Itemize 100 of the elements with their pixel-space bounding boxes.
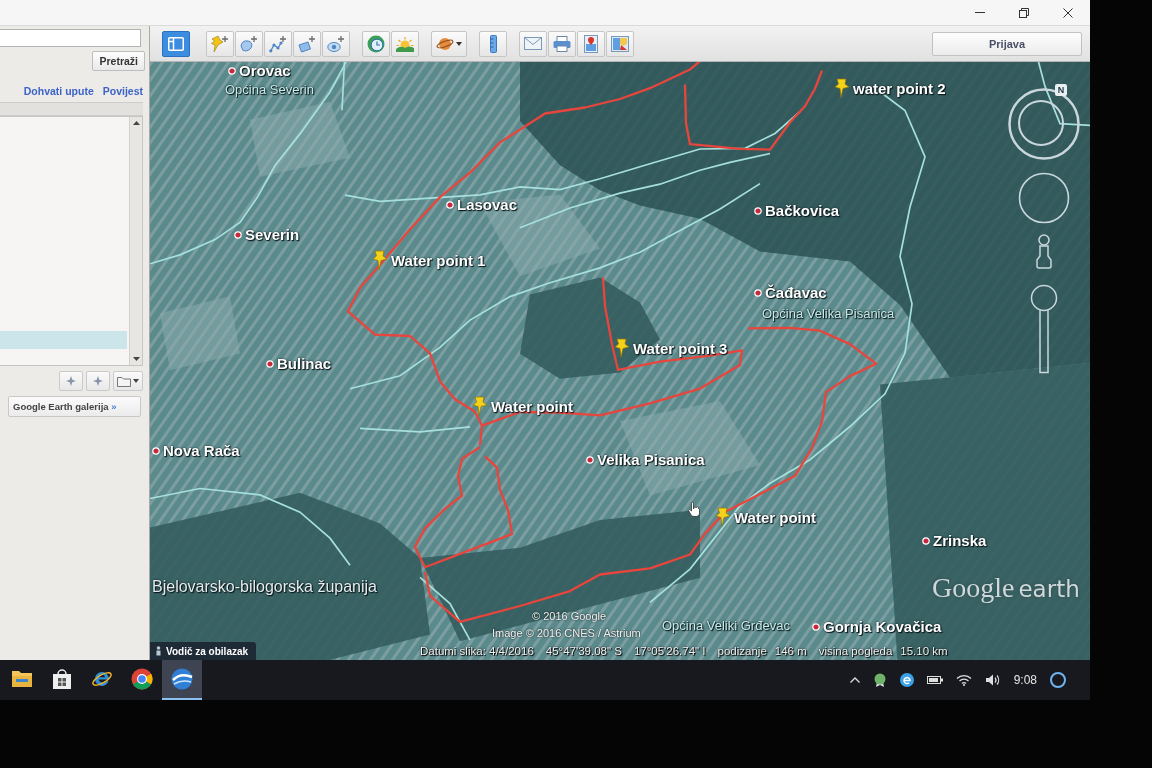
place-label: Gornja Kovačica	[823, 618, 942, 635]
tour-guide-tab[interactable]: Vodič za obilazak	[150, 642, 257, 660]
placemark-label: Water point 3	[633, 339, 728, 357]
sidebar-link[interactable]: Povijest	[102, 85, 143, 97]
sidebar-icon	[168, 36, 184, 51]
zoom-control[interactable]	[1030, 284, 1058, 374]
ring-icon[interactable]	[1050, 672, 1066, 688]
circle-logo-icon	[131, 668, 153, 690]
place-label: Nova Rača	[163, 442, 240, 459]
place-dot-icon	[812, 622, 820, 631]
pushpin-icon	[715, 507, 731, 527]
overlay-add-icon	[298, 34, 316, 53]
view-map-button[interactable]	[577, 30, 605, 57]
sign-in-button[interactable]: Prijava	[932, 31, 1082, 56]
save-image-button[interactable]	[606, 30, 634, 57]
caret-icon	[133, 379, 139, 383]
folder-button[interactable]	[113, 371, 143, 391]
place-dot-icon	[228, 66, 236, 75]
imagery-date: Datumi slika: 4/4/2016	[420, 645, 534, 657]
latitude-text: 45°47'39.08" S	[545, 645, 622, 657]
place-label: Velika Pisanica	[597, 451, 705, 468]
sparkle-icon	[93, 376, 103, 386]
map-image-icon	[611, 35, 629, 52]
app-logo: Google earth	[932, 572, 1080, 604]
map-page-icon	[584, 34, 598, 53]
add-button[interactable]	[59, 371, 83, 391]
folder-icon	[11, 670, 33, 688]
add-button[interactable]	[86, 371, 110, 391]
north-label: N	[1055, 84, 1067, 96]
place-dot-icon	[152, 446, 160, 455]
region-label: Općina Severin	[225, 82, 314, 97]
chevron-up-icon[interactable]	[849, 677, 860, 683]
print-button[interactable]	[548, 30, 576, 57]
scroll-up-icon	[132, 121, 140, 125]
place-label: Zrinska	[933, 532, 987, 549]
polygon-add-icon	[240, 34, 258, 53]
planets-button[interactable]	[431, 30, 467, 57]
placemark-label: Water point	[491, 397, 573, 415]
caret-icon	[456, 41, 462, 46]
path-add-icon	[269, 34, 287, 53]
add-path-button[interactable]	[264, 30, 292, 57]
pushpin-icon	[372, 250, 388, 270]
elevation-value: 146 m	[774, 645, 807, 657]
person-icon	[155, 646, 162, 656]
eye-altitude-label: visina pogleda	[818, 645, 893, 657]
longitude-text: 17°05'26.74" I	[633, 645, 706, 657]
history-button[interactable]	[362, 30, 390, 57]
attribution-text: Image © 2016 CNES / Astrium	[492, 627, 641, 639]
add-overlay-button[interactable]	[293, 30, 321, 57]
place-label: Bačkovica	[765, 202, 840, 219]
scroll-down-icon	[132, 357, 140, 361]
wifi-icon[interactable]	[955, 674, 972, 686]
place-label: Severin	[245, 226, 300, 243]
place-dot-icon	[266, 359, 274, 368]
eye-add-icon	[327, 34, 345, 53]
rosette-icon[interactable]	[872, 673, 887, 687]
sidebar-toggle-button[interactable]	[162, 30, 190, 57]
placemark-label: water point 2	[853, 79, 946, 97]
scrollbar[interactable]	[129, 117, 142, 365]
globe-icon	[171, 668, 193, 690]
clock-icon	[367, 34, 385, 53]
taskbar-button[interactable]	[162, 660, 202, 700]
add-placemark-button[interactable]	[206, 30, 234, 57]
volume-icon[interactable]	[984, 674, 1001, 686]
shopping-bag-icon	[52, 669, 72, 689]
place-label: Bulinac	[277, 355, 332, 372]
place-dot-icon	[754, 288, 762, 297]
gallery-button[interactable]: Google Earth galerija »	[8, 396, 141, 417]
sunlight-button[interactable]	[391, 30, 419, 57]
sidebar-link[interactable]: Dohvati upute	[23, 85, 94, 97]
boundary-line	[419, 576, 471, 642]
place-dot-icon	[754, 206, 762, 215]
ruler-button[interactable]	[479, 30, 507, 57]
attribution-text: © 2016 Google	[532, 610, 607, 622]
add-polygon-button[interactable]	[235, 30, 263, 57]
look-ring[interactable]	[1018, 172, 1070, 224]
search-field[interactable]	[0, 29, 141, 47]
battery-icon[interactable]	[926, 675, 943, 685]
region-label: Općina Veliki Grđevac	[662, 618, 790, 633]
envelope-icon	[524, 37, 542, 50]
pushpin-add-icon	[211, 34, 229, 53]
hand-cursor-icon	[688, 502, 700, 517]
letter-e-icon[interactable]	[899, 673, 914, 687]
place-label: Orovac	[239, 62, 291, 79]
sparkle-icon	[66, 376, 76, 386]
eye-altitude-value: 15.10 km	[900, 645, 948, 657]
compass-ring[interactable]	[1008, 88, 1080, 160]
printer-icon	[553, 35, 571, 52]
folder-icon	[117, 375, 131, 387]
clock-text[interactable]: 9:08	[1013, 673, 1037, 687]
pushpin-icon	[614, 338, 630, 358]
record-tour-button[interactable]	[322, 30, 350, 57]
place-dot-icon	[922, 536, 930, 545]
search-button[interactable]: Pretraži	[92, 51, 145, 71]
place-label: Čađavac	[765, 284, 827, 301]
ruler-icon	[489, 34, 497, 53]
close-icon	[1063, 7, 1073, 18]
county-label: Bjelovarsko-bilogorska županija	[152, 578, 377, 596]
email-button[interactable]	[519, 30, 547, 57]
place-label: Lasovac	[457, 196, 518, 213]
